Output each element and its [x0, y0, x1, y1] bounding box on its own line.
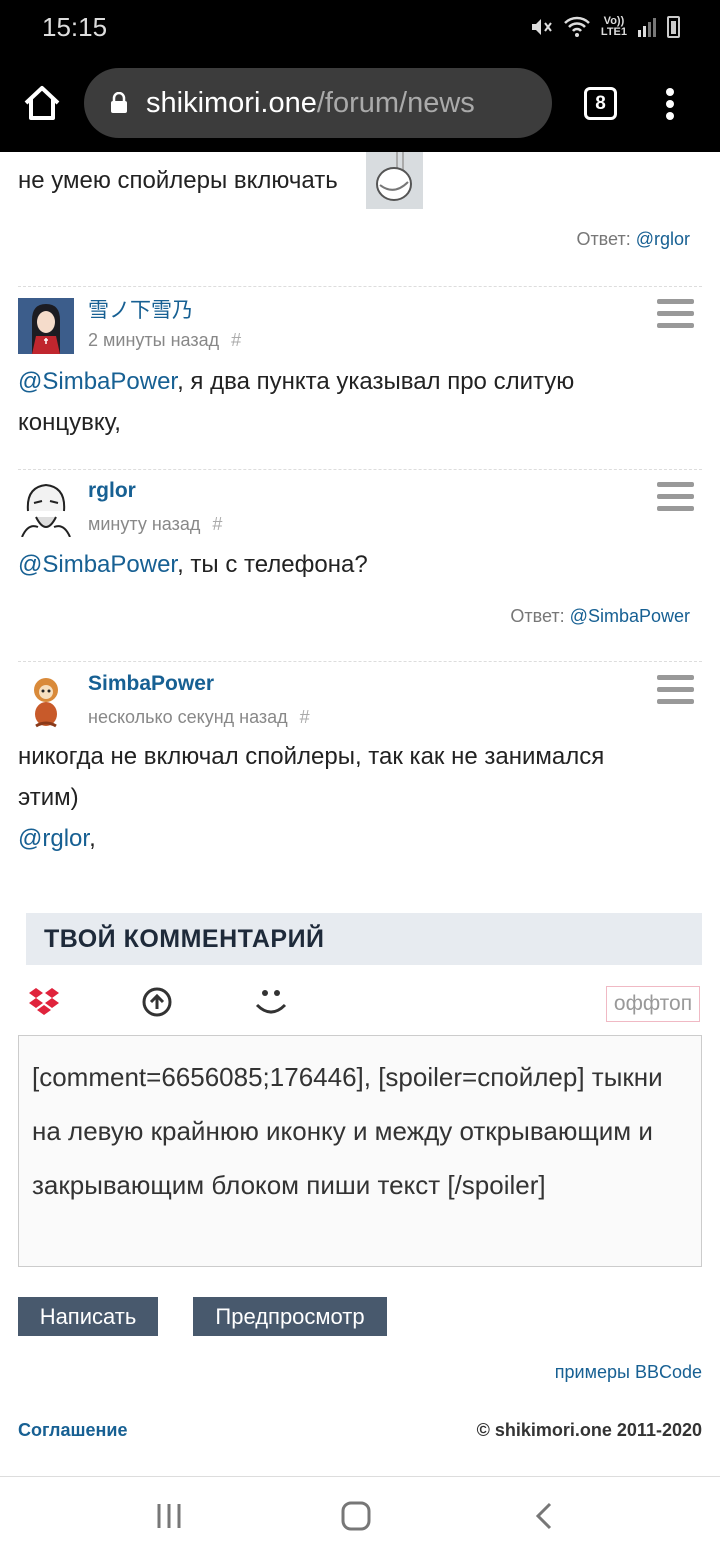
post-time-text: несколько секунд назад: [88, 707, 288, 727]
more-menu-icon[interactable]: [663, 88, 677, 120]
post-body: @SimbaPower, я два пункта указывал про с…: [18, 361, 658, 443]
dropbox-icon[interactable]: [27, 984, 61, 1018]
post-menu-icon[interactable]: [657, 675, 694, 704]
status-icons: Vo)) LTE1: [529, 12, 680, 42]
post-author[interactable]: 雪ノ下雪乃: [88, 294, 193, 324]
reply-line: Ответ: @rglor: [576, 229, 690, 250]
post-time-text: минуту назад: [88, 514, 201, 534]
home-nav-icon[interactable]: [340, 1500, 372, 1532]
battery-icon: [667, 16, 680, 38]
post-body: @SimbaPower, ты с телефона?: [18, 544, 658, 585]
wifi-icon: [564, 16, 590, 37]
avatar[interactable]: [18, 674, 74, 730]
post-permalink[interactable]: #: [300, 707, 310, 727]
submit-button[interactable]: Написать: [18, 1297, 158, 1336]
tabs-button[interactable]: 8: [584, 87, 617, 120]
reply-user-link[interactable]: @rglor: [636, 229, 690, 249]
reply-line: Ответ: @SimbaPower: [510, 606, 690, 627]
home-icon[interactable]: [22, 83, 62, 123]
avatar[interactable]: [18, 298, 74, 354]
post-time: несколько секунд назад #: [88, 707, 310, 728]
lock-icon: [111, 92, 127, 113]
divider: [18, 286, 702, 287]
mute-icon: [531, 19, 552, 35]
post-time-text: 2 минуты назад: [88, 330, 220, 350]
post-text-tail: ,: [89, 825, 96, 852]
comment-section-header: ТВОЙ КОММЕНТАРИЙ: [18, 913, 702, 965]
reply-label: Ответ:: [576, 229, 631, 249]
divider: [18, 469, 702, 470]
signal-icon: [638, 18, 656, 37]
reply-user-link[interactable]: @SimbaPower: [570, 606, 690, 626]
post-permalink[interactable]: #: [212, 514, 222, 534]
avatar[interactable]: [18, 481, 74, 537]
post-body: никогда не включал спойлеры, так как не …: [18, 736, 658, 859]
section-head-bar: [18, 913, 26, 965]
address-bar[interactable]: shikimori.one/forum/news: [84, 68, 552, 138]
comment-textarea[interactable]: [comment=6656085;176446], [spoiler=спойл…: [18, 1035, 702, 1267]
mention-link[interactable]: @SimbaPower: [18, 551, 177, 578]
post-author[interactable]: rglor: [88, 479, 136, 503]
mention-link[interactable]: @rglor: [18, 825, 89, 852]
back-icon[interactable]: [530, 1501, 558, 1531]
recent-apps-icon[interactable]: [155, 1502, 183, 1530]
preview-button[interactable]: Предпросмотр: [193, 1297, 387, 1336]
smiley-icon[interactable]: [254, 985, 288, 1019]
mention-link[interactable]: @SimbaPower: [18, 368, 177, 395]
post-time: минуту назад #: [88, 514, 222, 535]
status-time: 15:15: [42, 12, 108, 42]
divider: [18, 661, 702, 662]
post-time: 2 минуты назад #: [88, 330, 241, 351]
reply-label: Ответ:: [510, 606, 565, 626]
url-host: shikimori.one: [146, 86, 317, 119]
post-text: , ты с телефона?: [177, 551, 368, 578]
copyright: © shikimori.one 2011-2020: [476, 1420, 702, 1440]
post-menu-icon[interactable]: [657, 299, 694, 328]
smiley-image: [366, 152, 423, 209]
post-menu-icon[interactable]: [657, 482, 694, 511]
system-nav-bar: [0, 1476, 720, 1560]
url-path: /forum/news: [316, 86, 475, 119]
network-text: Vo)) LTE1: [600, 15, 627, 38]
bbcode-examples-link[interactable]: примеры BBCode: [555, 1362, 702, 1383]
post-body: не умею спойлеры включать: [18, 160, 578, 201]
post-text: не умею спойлеры включать: [18, 167, 338, 194]
upload-icon[interactable]: [140, 985, 174, 1019]
offtop-button[interactable]: оффтоп: [606, 986, 700, 1022]
browser-chrome: 15:15 Vo)) LTE1 shikimori.one/forum/news …: [0, 0, 720, 152]
section-title: ТВОЙ КОММЕНТАРИЙ: [44, 925, 325, 953]
network-label: Vo)) LTE1: [601, 16, 627, 38]
post-permalink[interactable]: #: [231, 330, 241, 350]
post-author[interactable]: SimbaPower: [88, 672, 214, 696]
agreement-link[interactable]: Соглашение: [18, 1420, 127, 1441]
post-text: никогда не включал спойлеры, так как не …: [18, 743, 605, 811]
